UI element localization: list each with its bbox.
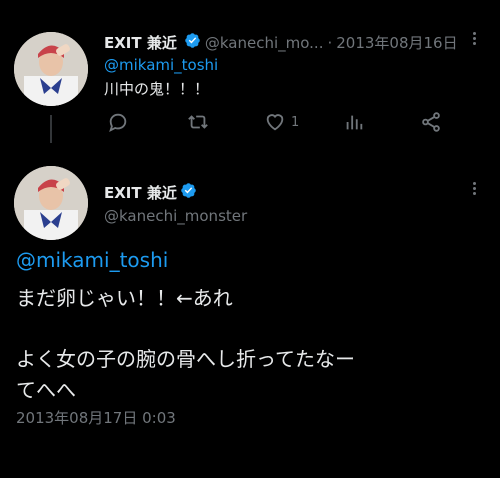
more-dot — [472, 42, 476, 45]
avatar[interactable] — [14, 32, 88, 106]
more-options-button[interactable] — [468, 180, 480, 197]
thread-line — [50, 115, 52, 143]
avatar-image — [14, 166, 88, 240]
share-icon — [422, 112, 440, 132]
retweet-icon — [188, 115, 208, 129]
tweet-date[interactable]: 2013年08月16日 — [336, 32, 457, 53]
verified-badge-icon — [180, 182, 197, 203]
main-text-line-1: まだ卵じゃい！！←あれ — [16, 286, 233, 310]
reply-tweet-header: EXIT 兼近 @kanechi_mo... · 2013年08月16日 — [104, 32, 458, 53]
like-count: 1 — [291, 114, 300, 130]
like-button[interactable]: 1 — [263, 111, 299, 133]
heart-icon — [266, 114, 284, 131]
views-button[interactable] — [343, 111, 365, 133]
more-dot — [472, 187, 476, 190]
more-dot — [472, 192, 476, 195]
handle[interactable]: @kanechi_mo... — [205, 34, 324, 52]
tweet-timestamp[interactable]: 2013年08月17日 0:03 — [16, 407, 176, 428]
display-name[interactable]: EXIT 兼近 — [104, 32, 177, 53]
reply-button[interactable] — [107, 111, 129, 133]
display-name[interactable]: EXIT 兼近 — [104, 182, 177, 203]
more-dot — [472, 182, 476, 185]
more-dot — [472, 37, 476, 40]
share-button[interactable] — [420, 111, 442, 133]
views-icon — [346, 115, 363, 130]
reply-text: 川中の鬼！！！ — [104, 80, 210, 98]
retweet-button[interactable] — [186, 111, 210, 133]
handle[interactable]: @kanechi_monster — [104, 207, 247, 225]
avatar[interactable] — [14, 166, 88, 240]
verified-badge-icon — [184, 32, 201, 53]
main-tweet-header: EXIT 兼近 — [104, 182, 197, 203]
more-options-button[interactable] — [468, 30, 480, 47]
more-dot — [472, 32, 476, 35]
main-mention[interactable]: @mikami_toshi — [16, 248, 168, 272]
reply-mention[interactable]: @mikami_toshi — [104, 56, 218, 74]
avatar-image — [14, 32, 88, 106]
main-text-line-2: よく女の子の腕の骨へし折ってたなー — [16, 347, 355, 371]
separator: · — [327, 33, 333, 52]
main-text-line-3: てへへ — [16, 378, 76, 402]
reply-icon — [109, 113, 127, 133]
